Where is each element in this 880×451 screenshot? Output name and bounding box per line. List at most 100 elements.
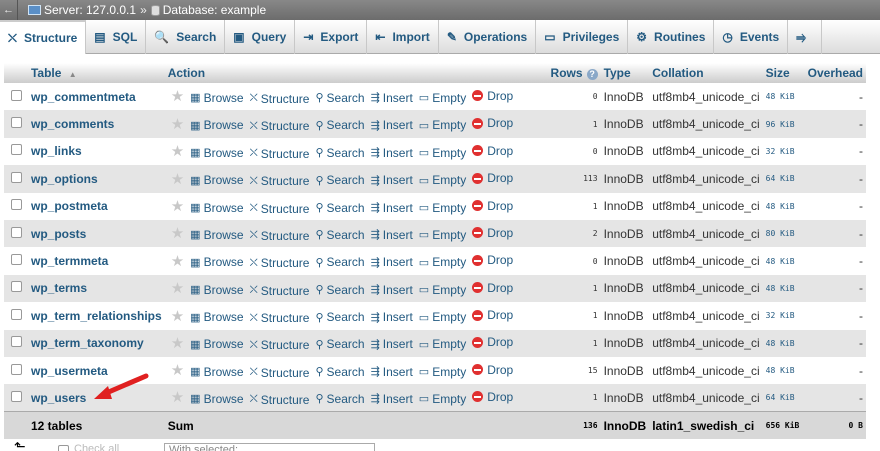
tab-operations[interactable]: ✎ Operations <box>439 20 537 54</box>
favorite-star-icon[interactable]: ★ <box>171 225 184 242</box>
search-label[interactable]: Search <box>327 337 365 351</box>
empty-action[interactable]: ▭ Empty <box>419 337 466 351</box>
search-label[interactable]: Search <box>327 118 365 132</box>
tab-query[interactable]: ▣ Query <box>225 20 296 54</box>
insert-action[interactable]: ⇶ Insert <box>371 255 413 269</box>
empty-label[interactable]: Empty <box>432 255 466 269</box>
browse-action[interactable]: ▦ Browse <box>190 337 243 351</box>
with-selected-select[interactable]: With selected: <box>164 443 375 451</box>
row-checkbox[interactable] <box>11 117 22 129</box>
size-value[interactable]: 48 KiB <box>762 274 805 303</box>
empty-action[interactable]: ▭ Empty <box>419 146 466 160</box>
empty-label[interactable]: Empty <box>432 283 466 297</box>
structure-action[interactable]: ⛌ Structure <box>250 311 310 325</box>
check-all-label[interactable]: Check all <box>74 443 119 451</box>
table-name-link[interactable]: wp_termmeta <box>31 254 108 268</box>
structure-label[interactable]: Structure <box>261 338 310 352</box>
search-action[interactable]: ⚲ Search <box>315 255 364 269</box>
favorite-star-icon[interactable]: ★ <box>171 389 184 406</box>
overhead-column-header[interactable]: Overhead <box>804 63 866 83</box>
structure-label[interactable]: Structure <box>261 229 310 243</box>
table-header-label[interactable]: Table <box>31 66 61 80</box>
search-label[interactable]: Search <box>327 146 365 160</box>
insert-label[interactable]: Insert <box>383 118 413 132</box>
empty-label[interactable]: Empty <box>432 228 466 242</box>
drop-action[interactable]: Drop <box>472 144 513 158</box>
back-arrow-icon[interactable]: ← <box>0 0 18 20</box>
structure-label[interactable]: Structure <box>261 119 310 133</box>
empty-action[interactable]: ▭ Empty <box>419 283 466 297</box>
search-action[interactable]: ⚲ Search <box>315 118 364 132</box>
tab-structure[interactable]: ⛌ Structure <box>0 20 87 54</box>
browse-action[interactable]: ▦ Browse <box>190 228 243 242</box>
favorite-star-icon[interactable]: ★ <box>171 171 184 188</box>
favorite-star-icon[interactable]: ★ <box>171 116 184 133</box>
drop-label[interactable]: Drop <box>487 89 513 103</box>
browse-action[interactable]: ▦ Browse <box>190 201 243 215</box>
structure-action[interactable]: ⛌ Structure <box>250 174 310 188</box>
favorite-star-icon[interactable]: ★ <box>171 253 184 270</box>
structure-action[interactable]: ⛌ Structure <box>250 338 310 352</box>
empty-label[interactable]: Empty <box>432 365 466 379</box>
drop-action[interactable]: Drop <box>472 253 513 267</box>
row-checkbox[interactable] <box>11 226 22 238</box>
browse-action[interactable]: ▦ Browse <box>190 91 243 105</box>
table-name-link[interactable]: wp_posts <box>31 227 86 241</box>
insert-label[interactable]: Insert <box>383 337 413 351</box>
tab-events[interactable]: ◷ Events <box>714 20 789 54</box>
size-value[interactable]: 48 KiB <box>762 192 805 220</box>
table-name-link[interactable]: wp_postmeta <box>31 199 108 213</box>
empty-label[interactable]: Empty <box>432 173 466 187</box>
structure-label[interactable]: Structure <box>261 366 310 380</box>
tab-search[interactable]: 🔍 Search <box>146 20 226 54</box>
favorite-star-icon[interactable]: ★ <box>171 143 184 160</box>
structure-action[interactable]: ⛌ Structure <box>250 229 310 243</box>
row-checkbox[interactable] <box>11 89 22 101</box>
browse-action[interactable]: ▦ Browse <box>190 310 243 324</box>
table-name-link[interactable]: wp_links <box>31 144 82 158</box>
structure-label[interactable]: Structure <box>261 284 310 298</box>
size-value[interactable]: 48 KiB <box>762 247 805 275</box>
search-action[interactable]: ⚲ Search <box>315 201 364 215</box>
structure-action[interactable]: ⛌ Structure <box>250 284 310 298</box>
structure-action[interactable]: ⛌ Structure <box>250 92 310 106</box>
row-checkbox[interactable] <box>11 363 22 375</box>
drop-label[interactable]: Drop <box>487 335 513 349</box>
browse-action[interactable]: ▦ Browse <box>190 118 243 132</box>
search-action[interactable]: ⚲ Search <box>315 337 364 351</box>
empty-label[interactable]: Empty <box>432 118 466 132</box>
collation-column-header[interactable]: Collation <box>649 63 763 83</box>
size-value[interactable]: 48 KiB <box>762 356 805 385</box>
drop-label[interactable]: Drop <box>487 199 513 213</box>
type-column-header[interactable]: Type <box>600 63 650 83</box>
drop-label[interactable]: Drop <box>487 144 513 158</box>
drop-label[interactable]: Drop <box>487 281 513 295</box>
row-checkbox[interactable] <box>11 281 22 293</box>
browse-label[interactable]: Browse <box>204 146 244 160</box>
search-label[interactable]: Search <box>327 228 365 242</box>
drop-action[interactable]: Drop <box>472 281 513 295</box>
drop-label[interactable]: Drop <box>487 253 513 267</box>
insert-action[interactable]: ⇶ Insert <box>371 310 413 324</box>
empty-action[interactable]: ▭ Empty <box>419 392 466 406</box>
empty-action[interactable]: ▭ Empty <box>419 173 466 187</box>
browse-label[interactable]: Browse <box>204 228 244 242</box>
drop-label[interactable]: Drop <box>487 116 513 130</box>
size-value[interactable]: 80 KiB <box>762 219 805 248</box>
row-checkbox[interactable] <box>11 308 22 320</box>
drop-action[interactable]: Drop <box>472 226 513 240</box>
drop-action[interactable]: Drop <box>472 171 513 185</box>
insert-action[interactable]: ⇶ Insert <box>371 173 413 187</box>
insert-label[interactable]: Insert <box>383 146 413 160</box>
breadcrumb-server[interactable]: Server: 127.0.0.1 <box>28 3 136 17</box>
empty-action[interactable]: ▭ Empty <box>419 255 466 269</box>
table-name-link[interactable]: wp_term_taxonomy <box>31 336 144 350</box>
empty-action[interactable]: ▭ Empty <box>419 228 466 242</box>
drop-action[interactable]: Drop <box>472 89 513 103</box>
empty-label[interactable]: Empty <box>432 201 466 215</box>
browse-label[interactable]: Browse <box>204 310 244 324</box>
search-label[interactable]: Search <box>327 255 365 269</box>
drop-action[interactable]: Drop <box>472 199 513 213</box>
search-action[interactable]: ⚲ Search <box>315 173 364 187</box>
search-label[interactable]: Search <box>327 201 365 215</box>
